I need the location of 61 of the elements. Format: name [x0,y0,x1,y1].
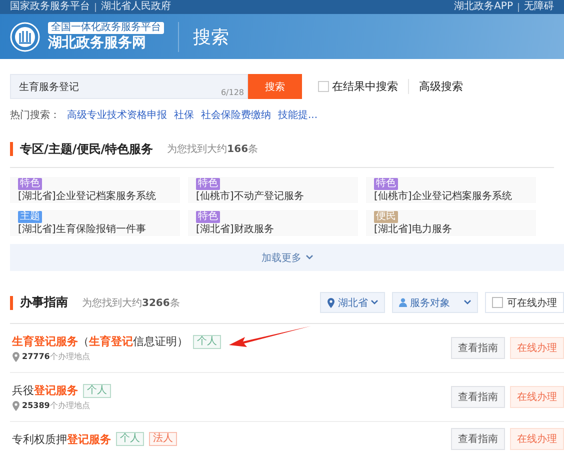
region-dropdown[interactable]: 湖北省 [320,292,385,313]
hot-search-label: 热门搜索： [10,108,60,122]
audience-tag: 法人 [149,432,177,446]
service-card[interactable]: 特色 [仙桃市]不动产登记服务 [188,177,358,203]
site-name: 湖北政务服务网 [48,35,147,51]
top-link[interactable]: 湖北政务APP [454,0,513,14]
hot-search-link[interactable]: 技能提... [278,108,318,122]
section-title: 办事指南 [20,294,68,311]
chevron-down-icon [371,300,378,305]
service-name: [湖北省]企业登记档案服务系统 [18,190,157,203]
category-tag: 便民 [374,211,398,223]
audience-tag: 个人 [193,334,221,348]
hot-search-link[interactable]: 社保 [174,108,194,122]
audience-dropdown[interactable]: 服务对象 [392,292,478,313]
top-link[interactable]: 湖北省人民政府 [101,0,171,14]
service-location-count: 25389个办理地点 [22,400,90,411]
service-name: [仙桃市]企业登记档案服务系统 [374,190,513,203]
in-results-checkbox[interactable]: 在结果中搜索 [318,79,398,94]
location-pin-icon [12,400,20,410]
service-title[interactable]: 专利权质押登记服务 [12,432,111,446]
category-tag: 特色 [196,211,220,223]
advanced-search-link[interactable]: 高级搜索 [408,79,463,94]
char-counter: 6/128 [220,88,244,97]
top-link[interactable]: 无障碍 [524,0,554,14]
hot-search-link[interactable]: 社会保险费缴纳 [201,108,271,122]
person-icon [399,298,407,307]
service-card[interactable]: 特色 [湖北省]企业登记档案服务系统 [10,177,180,203]
service-card[interactable]: 特色 [湖北省]财政服务 [188,210,358,236]
service-name: [仙桃市]不动产登记服务 [196,190,305,203]
chevron-down-icon [464,300,471,305]
category-tag: 特色 [196,178,220,190]
service-card[interactable]: 便民 [湖北省]电力服务 [366,210,536,236]
category-tag: 特色 [374,178,398,190]
category-tag: 特色 [18,178,42,190]
result-count: 为您找到大约166条 [167,142,258,156]
service-name: [湖北省]电力服务 [374,223,453,236]
audience-tag: 个人 [116,432,144,446]
service-name: [湖北省]生育保险报销一件事 [18,223,147,236]
hot-search-link[interactable]: 高级专业技术资格申报 [67,108,167,122]
section-title: 专区/主题/便民/特色服务 [20,140,154,158]
view-guide-button[interactable]: 查看指南 [451,386,505,408]
online-checkbox[interactable]: 可在线办理 [485,292,564,313]
chevron-down-icon [306,255,312,260]
audience-tag: 个人 [83,384,111,398]
location-pin-icon [327,298,335,308]
load-more-button[interactable]: 加载更多 [10,244,564,271]
view-guide-button[interactable]: 查看指南 [451,337,505,359]
service-card[interactable]: 特色 [仙桃市]企业登记档案服务系统 [366,177,536,203]
category-tag: 主题 [18,211,42,223]
service-title[interactable]: 兵役登记服务 [12,383,78,398]
emblem-logo-icon [10,22,40,52]
location-pin-icon [12,352,20,362]
service-title[interactable]: 生育登记服务（生育登记信息证明） [12,334,188,349]
view-guide-button[interactable]: 查看指南 [451,428,505,450]
service-name: [湖北省]财政服务 [196,223,275,236]
service-card[interactable]: 主题 [湖北省]生育保险报销一件事 [10,210,180,236]
result-count: 为您找到大约3266条 [82,296,180,310]
service-location-count: 27776个办理地点 [22,351,90,362]
platform-badge: 全国一体化政务服务平台 [48,22,164,34]
page-title: 搜索 [193,26,229,48]
top-link[interactable]: 国家政务服务平台 [10,0,90,14]
